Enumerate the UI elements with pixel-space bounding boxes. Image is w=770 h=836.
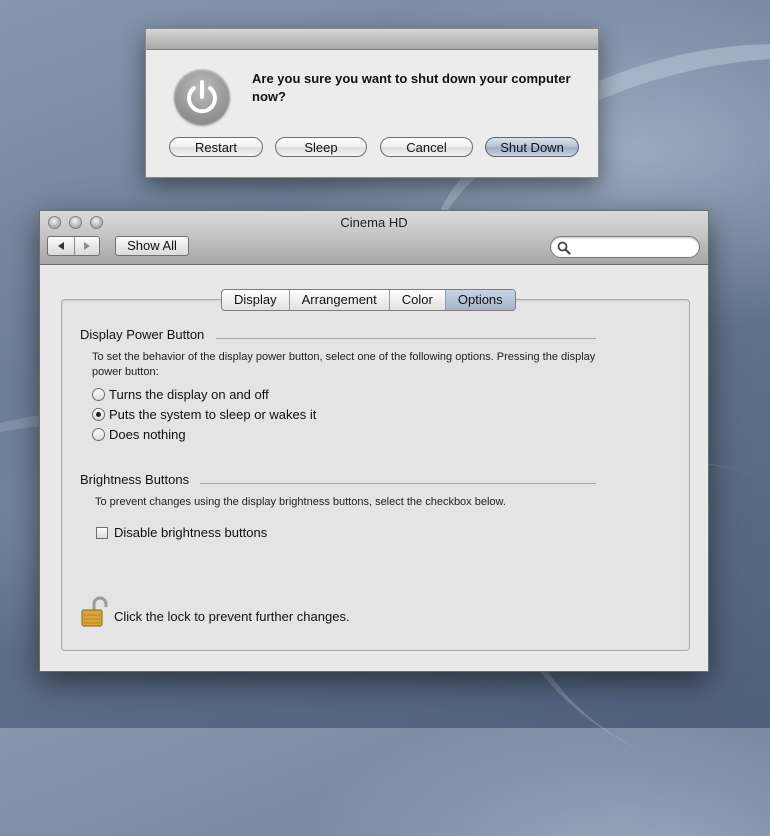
disable-brightness-checkbox-row[interactable]: Disable brightness buttons (96, 525, 267, 540)
radio-button[interactable] (92, 388, 105, 401)
window-title: Cinema HD (340, 215, 408, 230)
shutdown-alert-dialog: Are you sure you want to shut down your … (145, 28, 599, 178)
radio-label: Does nothing (109, 427, 186, 442)
search-field[interactable] (550, 236, 700, 258)
back-button[interactable] (48, 237, 75, 255)
alert-message: Are you sure you want to shut down your … (252, 71, 571, 104)
brightness-section-description: To prevent changes using the display bri… (95, 496, 506, 508)
disable-brightness-checkbox[interactable] (96, 526, 108, 539)
back-forward-control (47, 236, 100, 256)
radio-option-display-on-off[interactable]: Turns the display on and off (92, 387, 269, 402)
power-section-divider (216, 338, 596, 339)
tab-options[interactable]: Options (445, 290, 515, 310)
power-section-title: Display Power Button (80, 327, 205, 342)
tab-display[interactable]: Display (222, 290, 290, 310)
window-toolbar: Cinema HD Show All (40, 211, 708, 265)
shut-down-button[interactable]: Shut Down (485, 137, 579, 157)
sleep-button[interactable]: Sleep (275, 137, 367, 157)
tab-color[interactable]: Color (390, 290, 446, 310)
power-icon (174, 69, 230, 125)
tab-arrangement[interactable]: Arrangement (290, 290, 390, 310)
radio-option-sleep-wake[interactable]: Puts the system to sleep or wakes it (92, 407, 316, 422)
power-option-group: Turns the display on and off Puts the sy… (92, 387, 492, 447)
radio-button-selected[interactable] (92, 408, 105, 421)
alert-titlebar (146, 29, 598, 50)
brightness-section-divider (200, 483, 596, 484)
search-icon (557, 241, 571, 255)
radio-button[interactable] (92, 428, 105, 441)
search-input[interactable] (573, 239, 691, 255)
lock-status-text: Click the lock to prevent further change… (114, 609, 350, 624)
radio-label: Puts the system to sleep or wakes it (109, 407, 317, 422)
back-arrow-icon (58, 242, 64, 250)
restart-button[interactable]: Restart (169, 137, 263, 157)
radio-option-does-nothing[interactable]: Does nothing (92, 427, 186, 442)
forward-arrow-icon (84, 242, 90, 250)
checkbox-label: Disable brightness buttons (114, 525, 268, 540)
forward-button[interactable] (74, 237, 100, 255)
display-preferences-window: Cinema HD Show All Display Arrangement C… (39, 210, 709, 672)
show-all-button[interactable]: Show All (115, 236, 189, 256)
tab-bar: Display Arrangement Color Options (221, 289, 516, 311)
radio-label: Turns the display on and off (109, 387, 269, 402)
brightness-section-title: Brightness Buttons (80, 472, 190, 487)
cancel-button[interactable]: Cancel (380, 137, 473, 157)
power-section-description: To set the behavior of the display power… (92, 351, 596, 378)
lock-icon[interactable] (80, 596, 108, 628)
